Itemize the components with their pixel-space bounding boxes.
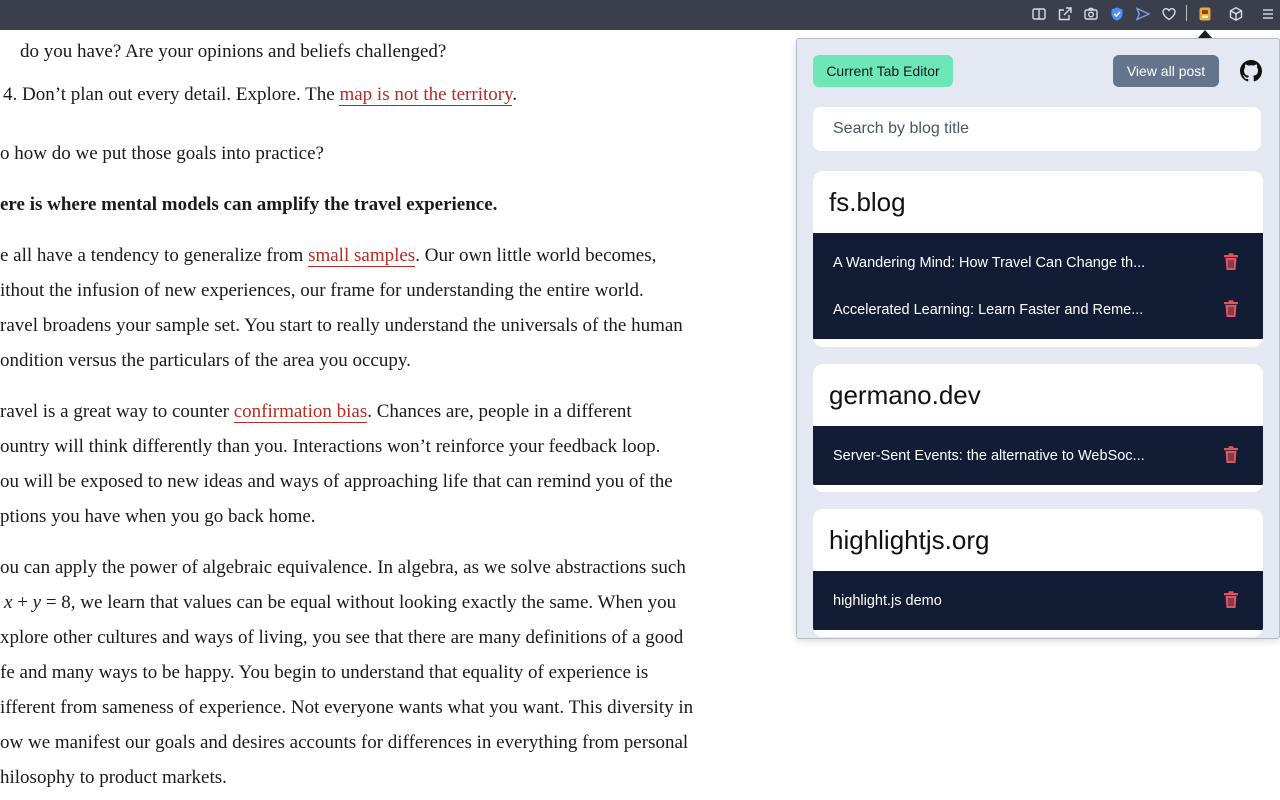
post-list: Server-Sent Events: the alternative to W… xyxy=(813,426,1263,485)
post-title[interactable]: highlight.js demo xyxy=(833,593,942,609)
menu-icon[interactable] xyxy=(1259,5,1277,23)
github-icon[interactable] xyxy=(1240,60,1262,82)
post-item[interactable]: Accelerated Learning: Learn Faster and R… xyxy=(813,286,1263,333)
site-title[interactable]: germano.dev xyxy=(813,364,1263,426)
browser-toolbar xyxy=(0,0,1280,30)
article-line: ondition versus the particulars of the a… xyxy=(0,350,411,371)
article-line: ravel broadens your sample set. You star… xyxy=(0,315,683,336)
trash-icon[interactable] xyxy=(1223,446,1239,464)
site-title[interactable]: fs.blog xyxy=(813,171,1263,233)
article-line: o how do we put those goals into practic… xyxy=(0,143,324,164)
site-card: highlightjs.org highlight.js demo xyxy=(813,509,1263,637)
site-title[interactable]: highlightjs.org xyxy=(813,509,1263,571)
trash-icon[interactable] xyxy=(1223,253,1239,271)
post-title[interactable]: Accelerated Learning: Learn Faster and R… xyxy=(833,302,1143,318)
share-icon[interactable] xyxy=(1056,5,1074,23)
post-item[interactable]: highlight.js demo xyxy=(813,577,1263,624)
post-title[interactable]: Server-Sent Events: the alternative to W… xyxy=(833,448,1145,464)
post-list: A Wandering Mind: How Travel Can Change … xyxy=(813,233,1263,339)
article-line: 4. Don’t plan out every detail. Explore.… xyxy=(3,84,518,106)
screenshot-icon[interactable] xyxy=(1082,5,1100,23)
trash-icon[interactable] xyxy=(1223,300,1239,318)
article-line: ou will be exposed to new ideas and ways… xyxy=(0,471,673,492)
article-content: do you have? Are your opinions and belie… xyxy=(0,30,780,800)
search-blog-input[interactable] xyxy=(813,107,1261,151)
trash-icon[interactable] xyxy=(1223,591,1239,609)
article-line: ptions you have when you go back home. xyxy=(0,506,316,527)
extension-icon[interactable] xyxy=(1196,5,1214,23)
article-line: ifferent from sameness of experience. No… xyxy=(0,697,694,718)
article-line: ithout the infusion of new experiences, … xyxy=(0,280,644,301)
article-line: ravel is a great way to counter confirma… xyxy=(0,401,632,423)
link-confirmation-bias[interactable]: confirmation bias xyxy=(233,401,368,423)
post-item[interactable]: Server-Sent Events: the alternative to W… xyxy=(813,432,1263,479)
post-item[interactable]: A Wandering Mind: How Travel Can Change … xyxy=(813,239,1263,286)
post-title[interactable]: A Wandering Mind: How Travel Can Change … xyxy=(833,255,1145,271)
article-line: ow we manifest our goals and desires acc… xyxy=(0,732,689,753)
link-small-samples[interactable]: small samples xyxy=(308,245,416,267)
article-line: do you have? Are your opinions and belie… xyxy=(20,41,447,62)
shield-icon[interactable] xyxy=(1108,5,1126,23)
heart-icon[interactable] xyxy=(1160,5,1178,23)
article-heading: ere is where mental models can amplify t… xyxy=(0,194,498,215)
site-card: fs.blog A Wandering Mind: How Travel Can… xyxy=(813,171,1263,347)
current-tab-editor-button[interactable]: Current Tab Editor xyxy=(813,55,953,87)
toolbar-separator xyxy=(1186,5,1187,21)
send-icon[interactable] xyxy=(1134,5,1152,23)
reader-view-icon[interactable] xyxy=(1030,5,1048,23)
article-line: x + y = 8, we learn that values can be e… xyxy=(4,592,677,613)
article-line: ou can apply the power of algebraic equi… xyxy=(0,557,686,578)
extension-popup: Current Tab Editor View all post fs.blog… xyxy=(796,38,1280,639)
link-map-territory[interactable]: map is not the territory xyxy=(339,84,513,106)
article-line: ountry will think differently than you. … xyxy=(0,436,661,457)
article-line: xplore other cultures and ways of living… xyxy=(0,627,684,648)
cube-icon[interactable] xyxy=(1227,5,1245,23)
article-line: e all have a tendency to generalize from… xyxy=(0,245,657,267)
view-all-post-button[interactable]: View all post xyxy=(1113,55,1219,87)
post-list: highlight.js demo xyxy=(813,571,1263,630)
site-card: germano.dev Server-Sent Events: the alte… xyxy=(813,364,1263,492)
article-line: fe and many ways to be happy. You begin … xyxy=(0,662,649,683)
article-line: hilosophy to product markets. xyxy=(0,767,227,788)
